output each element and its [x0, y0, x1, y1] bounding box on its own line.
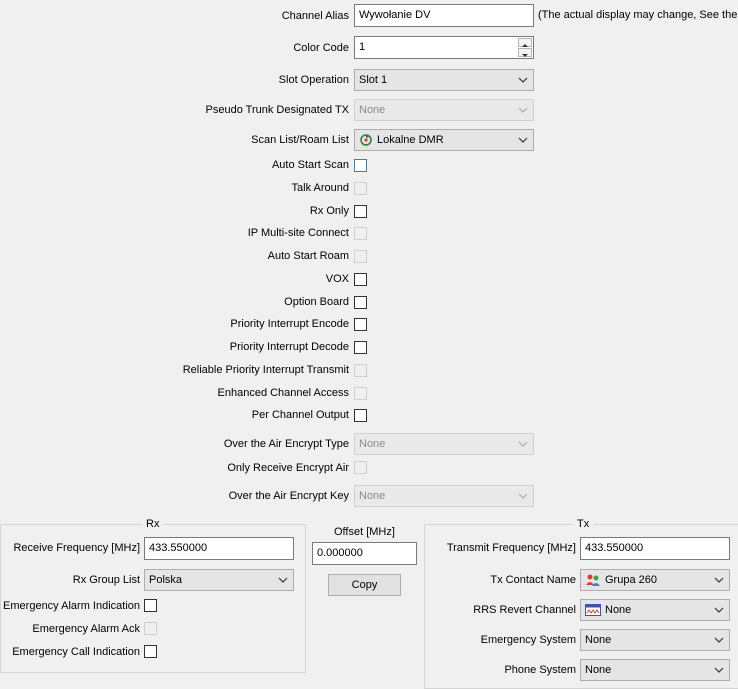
rrs-revert-channel-value: None: [605, 604, 632, 616]
pseudo-trunk-label: Pseudo Trunk Designated TX: [205, 104, 350, 116]
color-code-input[interactable]: 1: [354, 36, 534, 59]
scan-list-value: Lokalne DMR: [377, 134, 444, 146]
slot-operation-label: Slot Operation: [278, 74, 349, 86]
pseudo-trunk-select[interactable]: None: [354, 99, 534, 121]
tx-contact-name-label: Tx Contact Name: [490, 574, 576, 586]
phone-system-select[interactable]: None: [580, 659, 730, 681]
per-channel-output-label: Per Channel Output: [251, 409, 349, 421]
auto-start-roam-label: Auto Start Roam: [267, 250, 349, 262]
ota-encrypt-key-label: Over the Air Encrypt Key: [228, 490, 349, 502]
reliable-priority-checkbox[interactable]: [354, 364, 367, 377]
transmit-frequency-label: Transmit Frequency [MHz]: [446, 542, 576, 554]
per-channel-output-checkbox[interactable]: [354, 409, 367, 422]
receive-frequency-input[interactable]: 433.550000: [144, 537, 294, 560]
scan-list-icon: [360, 134, 372, 146]
phone-system-label: Phone System: [504, 664, 576, 676]
channel-alias-label: Channel Alias: [281, 10, 349, 22]
rx-only-checkbox[interactable]: [354, 205, 367, 218]
scan-list-label: Scan List/Roam List: [251, 134, 349, 146]
emergency-system-value: None: [585, 634, 612, 646]
offset-input[interactable]: 0.000000: [312, 542, 417, 565]
chevron-down-icon: [714, 577, 724, 583]
ota-encrypt-type-label: Over the Air Encrypt Type: [223, 438, 349, 450]
spin-up-icon[interactable]: [518, 38, 532, 47]
rx-only-label: Rx Only: [309, 205, 349, 217]
enhanced-access-label: Enhanced Channel Access: [217, 387, 349, 399]
vox-label: VOX: [325, 273, 349, 285]
rx-group-list-value: Polska: [149, 574, 183, 586]
emergency-alarm-ack-label: Emergency Alarm Ack: [32, 623, 140, 635]
option-board-label: Option Board: [284, 296, 349, 308]
tx-group-title: Tx: [573, 518, 594, 530]
emergency-call-indication-label: Emergency Call Indication: [12, 646, 140, 658]
copy-button[interactable]: Copy: [328, 574, 401, 596]
emergency-system-label: Emergency System: [480, 634, 576, 646]
tx-contact-name-select[interactable]: Grupa 260: [580, 569, 730, 591]
chevron-down-icon: [518, 137, 528, 143]
chevron-down-icon: [714, 667, 724, 673]
enhanced-access-checkbox[interactable]: [354, 387, 367, 400]
only-receive-encrypt-label: Only Receive Encrypt Air: [227, 462, 349, 474]
reliable-priority-label: Reliable Priority Interrupt Transmit: [182, 364, 349, 376]
priority-encode-label: Priority Interrupt Encode: [230, 318, 349, 330]
chevron-down-icon: [714, 637, 724, 643]
ota-encrypt-key-value: None: [359, 490, 386, 502]
ota-encrypt-key-select[interactable]: None: [354, 485, 534, 507]
scan-list-select[interactable]: Lokalne DMR: [354, 129, 534, 151]
emergency-alarm-ack-checkbox[interactable]: [144, 622, 157, 635]
emergency-call-indication-checkbox[interactable]: [144, 645, 157, 658]
ip-multisite-label: IP Multi-site Connect: [247, 227, 349, 239]
tx-contact-name-value: Grupa 260: [605, 574, 657, 586]
auto-start-roam-checkbox[interactable]: [354, 250, 367, 263]
slot-operation-select[interactable]: Slot 1: [354, 69, 534, 91]
receive-frequency-label: Receive Frequency [MHz]: [13, 542, 140, 554]
auto-start-scan-label: Auto Start Scan: [271, 159, 349, 171]
only-receive-encrypt-checkbox[interactable]: [354, 461, 367, 474]
chevron-down-icon: [278, 577, 288, 583]
chevron-down-icon: [518, 107, 528, 113]
talk-around-checkbox[interactable]: [354, 182, 367, 195]
auto-start-scan-checkbox[interactable]: [354, 159, 367, 172]
chevron-down-icon: [518, 77, 528, 83]
transmit-frequency-input[interactable]: 433.550000: [580, 537, 730, 560]
ota-encrypt-type-select[interactable]: None: [354, 433, 534, 455]
priority-decode-checkbox[interactable]: [354, 341, 367, 354]
rx-group-title: Rx: [142, 518, 164, 530]
phone-system-value: None: [585, 664, 612, 676]
rrs-revert-channel-select[interactable]: None: [580, 599, 730, 621]
chevron-down-icon: [714, 607, 724, 613]
offset-label: Offset [MHz]: [334, 526, 395, 538]
spin-down-icon[interactable]: [518, 48, 532, 57]
slot-operation-value: Slot 1: [359, 74, 388, 86]
rrs-revert-channel-label: RRS Revert Channel: [473, 604, 576, 616]
chevron-down-icon: [518, 493, 528, 499]
emergency-system-select[interactable]: None: [580, 629, 730, 651]
priority-decode-label: Priority Interrupt Decode: [229, 341, 349, 353]
channel-alias-note: (The actual display may change, See the …: [538, 9, 738, 21]
ip-multisite-checkbox[interactable]: [354, 227, 367, 240]
rx-group-list-label: Rx Group List: [72, 574, 140, 586]
emergency-alarm-indication-checkbox[interactable]: [144, 599, 157, 612]
chevron-down-icon: [518, 441, 528, 447]
channel-icon: [585, 604, 601, 617]
group-contact-icon: [586, 574, 600, 587]
color-code-value: 1: [359, 41, 366, 53]
emergency-alarm-indication-label: Emergency Alarm Indication: [3, 600, 140, 612]
channel-alias-input[interactable]: Wywołanie DV: [354, 4, 534, 27]
vox-checkbox[interactable]: [354, 273, 367, 286]
ota-encrypt-type-value: None: [359, 438, 386, 450]
rx-group-list-select[interactable]: Polska: [144, 569, 294, 591]
color-code-label: Color Code: [293, 42, 349, 54]
priority-encode-checkbox[interactable]: [354, 318, 367, 331]
talk-around-label: Talk Around: [291, 182, 349, 194]
pseudo-trunk-value: None: [359, 104, 386, 116]
option-board-checkbox[interactable]: [354, 296, 367, 309]
